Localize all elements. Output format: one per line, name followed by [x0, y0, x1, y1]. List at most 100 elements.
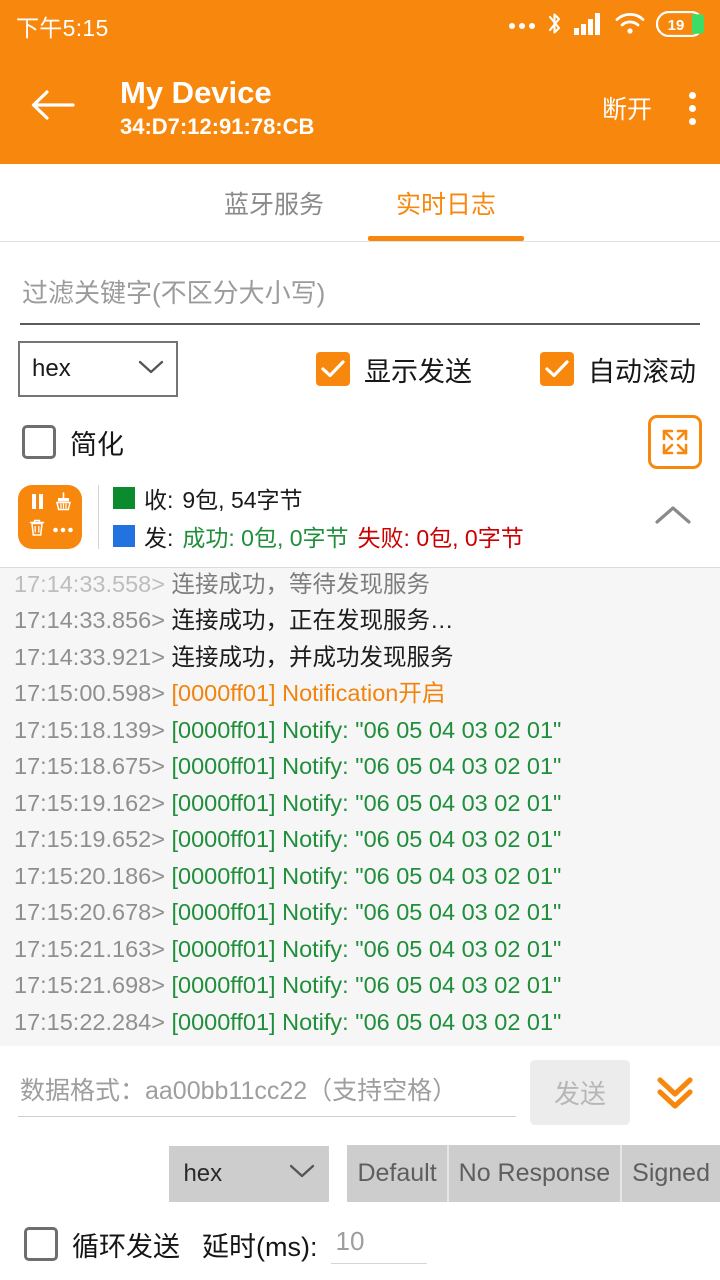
simplify-checkbox[interactable]: 简化 — [22, 423, 124, 462]
trash-icon — [28, 518, 46, 542]
divider — [98, 485, 99, 549]
send-data-input[interactable] — [18, 1069, 516, 1117]
auto-scroll-checkbox[interactable]: 自动滚动 — [540, 350, 696, 389]
rx-stats-line: 收: 9包, 54字节 — [113, 481, 524, 515]
battery-level-text: 19 — [668, 17, 685, 34]
log-line: 17:14:33.558> 连接成功，等待发现服务 — [14, 568, 706, 602]
rx-label: 收: — [144, 481, 173, 515]
send-format-select-value: hex — [183, 1160, 222, 1188]
write-mode-segmented-control: DefaultNo ResponseSigned — [347, 1145, 720, 1202]
send-row: 发送 — [0, 1046, 720, 1135]
status-bar-clock: 下午5:15 — [16, 9, 109, 43]
more-dots-icon — [52, 521, 74, 539]
statistics-text: 收: 9包, 54字节 发: 成功: 0包, 0字节 失败: 0包, 0字节 — [113, 481, 524, 553]
device-mac-address: 34:D7:12:91:78:CB — [120, 113, 314, 142]
log-line-timestamp: 17:15:20.678> — [14, 899, 165, 925]
status-bar: 下午5:15 — [0, 0, 720, 52]
log-line-timestamp: 17:15:18.675> — [14, 753, 165, 779]
page-title: My Device — [120, 75, 314, 111]
filter-input[interactable] — [20, 272, 700, 325]
app-screen: 下午5:15 — [0, 0, 720, 1280]
rx-value: 9包, 54字节 — [182, 481, 302, 515]
log-line-message: [0000ff01] Notification开启 — [165, 680, 445, 706]
write-mode-button[interactable]: Signed — [622, 1145, 720, 1202]
log-line-message: [0000ff01] Notify: "06 05 04 03 02 01" — [165, 899, 561, 925]
log-line-message: [0000ff01] Notify: "06 05 04 03 02 01" — [165, 1009, 561, 1035]
write-options-row: hex DefaultNo ResponseSigned — [0, 1135, 720, 1202]
back-arrow-icon[interactable] — [30, 85, 76, 131]
chevron-down-icon — [138, 359, 164, 380]
cellular-signal-icon — [574, 12, 604, 40]
filter-row — [0, 242, 720, 325]
checkbox-checked-icon — [316, 352, 350, 386]
log-line-message: [0000ff01] Notify: "06 05 04 03 02 01" — [165, 972, 561, 998]
log-line-message: [0000ff01] Notify: "06 05 04 03 02 01" — [165, 936, 561, 962]
bluetooth-icon — [546, 11, 563, 41]
log-line-timestamp: 17:15:22.284> — [14, 1009, 165, 1035]
rx-color-swatch — [113, 487, 135, 509]
log-format-select-value: hex — [32, 355, 71, 383]
log-line-timestamp: 17:14:33.558> — [14, 571, 165, 597]
loop-send-row: 循环发送 延时(ms): — [0, 1202, 720, 1264]
auto-scroll-label: 自动滚动 — [588, 350, 696, 389]
log-line: 17:15:18.675> [0000ff01] Notify: "06 05 … — [14, 748, 706, 785]
log-line: 17:15:20.186> [0000ff01] Notify: "06 05 … — [14, 858, 706, 895]
send-button[interactable]: 发送 — [530, 1060, 630, 1125]
send-input-wrap — [18, 1069, 516, 1117]
log-line-message: [0000ff01] Notify: "06 05 04 03 02 01" — [165, 717, 561, 743]
log-line: 17:14:33.921> 连接成功，并成功发现服务 — [14, 639, 706, 676]
delay-input[interactable] — [331, 1224, 427, 1264]
bottom-spacer — [0, 1264, 720, 1280]
tx-label: 发: — [144, 519, 173, 553]
log-line-message: [0000ff01] Notify: "06 05 04 03 02 01" — [165, 753, 561, 779]
delay-label: 延时(ms): — [202, 1225, 317, 1264]
chevron-up-icon[interactable] — [644, 494, 702, 541]
disconnect-button[interactable]: 断开 — [598, 82, 656, 134]
loop-send-checkbox[interactable] — [24, 1227, 58, 1261]
log-line-message: 连接成功，正在发现服务… — [165, 607, 454, 633]
battery-icon: 19 — [656, 11, 704, 42]
write-mode-button[interactable]: No Response — [449, 1145, 622, 1202]
checkbox-checked-icon — [540, 352, 574, 386]
log-line: 17:15:18.139> [0000ff01] Notify: "06 05 … — [14, 712, 706, 749]
log-line: 17:14:33.856> 连接成功，正在发现服务… — [14, 602, 706, 639]
status-bar-icons: 19 — [509, 11, 704, 42]
log-line: 17:15:21.698> [0000ff01] Notify: "06 05 … — [14, 967, 706, 1004]
statistics-bar: 收: 9包, 54字节 发: 成功: 0包, 0字节 失败: 0包, 0字节 — [0, 469, 720, 568]
simplify-label: 简化 — [70, 423, 124, 462]
log-line-message: 连接成功，并成功发现服务 — [165, 644, 454, 670]
double-chevron-down-icon[interactable] — [644, 1061, 706, 1124]
fullscreen-expand-icon[interactable] — [648, 415, 702, 469]
log-line-timestamp: 17:15:21.698> — [14, 972, 165, 998]
log-line: 17:15:20.678> [0000ff01] Notify: "06 05 … — [14, 894, 706, 931]
more-dots-icon — [509, 23, 535, 29]
log-line-timestamp: 17:15:21.163> — [14, 936, 165, 962]
tab-bluetooth-services[interactable]: 蓝牙服务 — [188, 164, 360, 241]
log-line-timestamp: 17:15:19.652> — [14, 826, 165, 852]
send-format-select[interactable]: hex — [169, 1146, 329, 1202]
app-bar-actions: 断开 — [598, 82, 702, 134]
log-line-message: 连接成功，等待发现服务 — [165, 571, 430, 597]
log-line: 17:15:19.652> [0000ff01] Notify: "06 05 … — [14, 821, 706, 858]
show-send-checkbox[interactable]: 显示发送 — [316, 350, 472, 389]
log-line-message: [0000ff01] Notify: "06 05 04 03 02 01" — [165, 863, 561, 889]
tx-stats-line: 发: 成功: 0包, 0字节 失败: 0包, 0字节 — [113, 519, 524, 553]
log-lines: 17:14:33.558> 连接成功，等待发现服务17:14:33.856> 连… — [14, 568, 706, 1040]
tab-bar: 蓝牙服务 实时日志 — [0, 164, 720, 242]
app-bar-titles: My Device 34:D7:12:91:78:CB — [120, 75, 314, 141]
log-output-area[interactable]: 17:14:33.558> 连接成功，等待发现服务17:14:33.856> 连… — [0, 568, 720, 1046]
log-actions-button[interactable] — [18, 485, 82, 549]
checkbox-unchecked-icon — [22, 425, 56, 459]
log-line-timestamp: 17:15:00.598> — [14, 680, 165, 706]
log-line: 17:15:22.284> [0000ff01] Notify: "06 05 … — [14, 1004, 706, 1041]
log-line-message: [0000ff01] Notify: "06 05 04 03 02 01" — [165, 790, 561, 816]
controls-row-secondary: 简化 — [0, 397, 720, 469]
tab-realtime-log[interactable]: 实时日志 — [360, 164, 532, 241]
tx-color-swatch — [113, 525, 135, 547]
log-line-timestamp: 17:15:18.139> — [14, 717, 165, 743]
write-mode-button[interactable]: Default — [347, 1145, 448, 1202]
log-format-select[interactable]: hex — [18, 341, 178, 397]
kebab-menu-icon[interactable] — [682, 86, 702, 131]
log-line-timestamp: 17:14:33.856> — [14, 607, 165, 633]
loop-send-label: 循环发送 — [72, 1225, 180, 1264]
